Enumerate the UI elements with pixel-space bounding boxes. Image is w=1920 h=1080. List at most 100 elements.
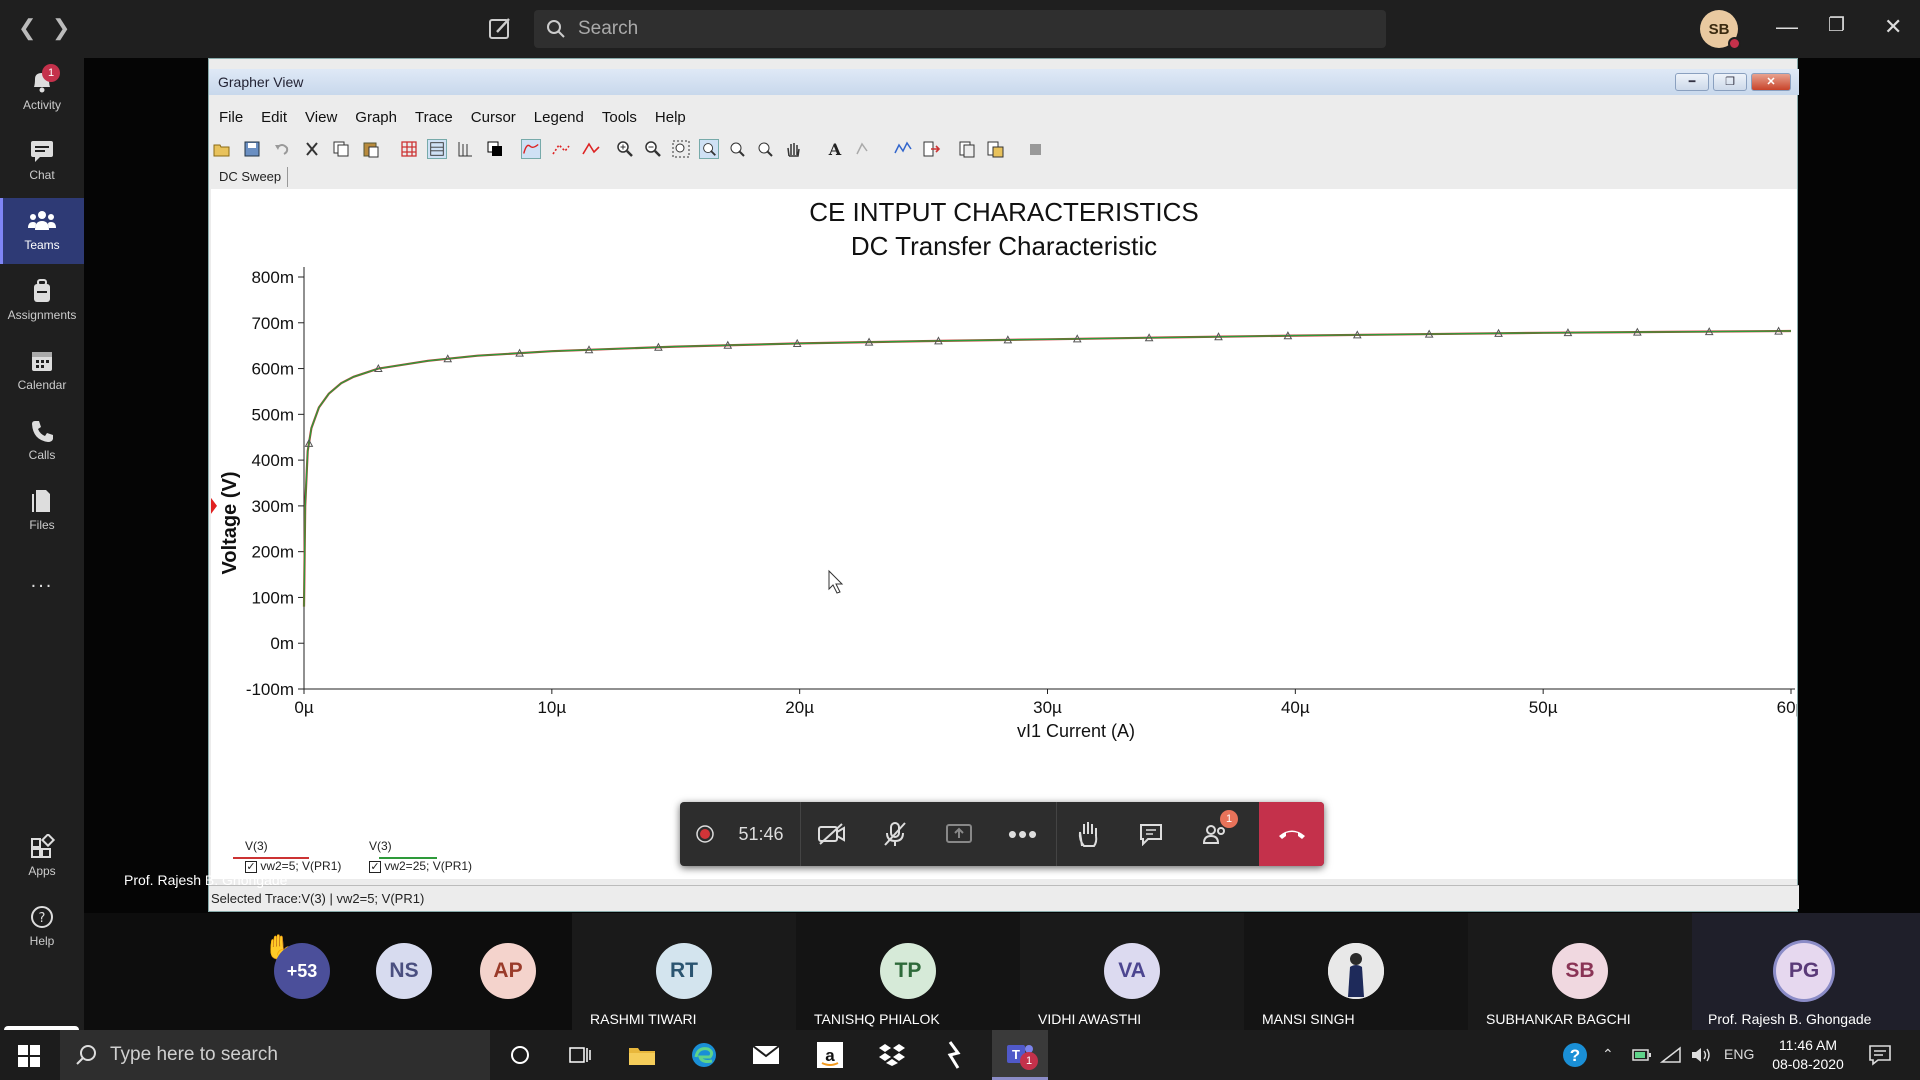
help-circle-icon[interactable]: ? [1562,1042,1588,1068]
zoom-in-icon[interactable] [615,139,635,159]
zoom-full-icon[interactable] [699,139,719,159]
label-tool-icon[interactable] [853,139,873,159]
rail-chat[interactable]: Chat [0,128,84,194]
copy-graph-icon[interactable] [957,139,977,159]
menu-trace[interactable]: Trace [405,107,461,129]
volume-icon[interactable] [1690,1046,1712,1064]
rail-apps[interactable]: Apps [0,824,84,890]
profile-avatar[interactable]: SB [1700,10,1741,50]
export-icon[interactable] [921,139,941,159]
tab-dc-sweep[interactable]: DC Sweep [213,167,289,187]
chevron-up-icon[interactable]: ⌃ [1602,1046,1614,1063]
undo-icon[interactable] [272,139,292,159]
share-screen-button[interactable] [928,802,990,866]
clock[interactable]: 11:46 AM 08-08-2020 [1768,1036,1848,1074]
menu-cursor[interactable]: Cursor [461,107,524,129]
save-icon[interactable] [242,139,262,159]
language-indicator[interactable]: ENG [1724,1046,1754,1062]
pan-hand-icon[interactable] [783,139,803,159]
chat-button[interactable] [1120,802,1182,866]
rail-calls[interactable]: Calls [0,408,84,474]
rail-activity[interactable]: 1 Activity [0,58,84,124]
dropbox-icon[interactable] [874,1038,910,1072]
copy-icon[interactable] [331,139,351,159]
participant-tile-presenter[interactable]: PG Prof. Rajesh B. Ghongade [1692,913,1920,1030]
stop-icon[interactable] [1025,139,1045,159]
notifications-icon[interactable] [1868,1044,1892,1066]
rail-teams[interactable]: Teams [0,198,84,264]
mail-icon[interactable] [748,1038,784,1072]
menu-graph[interactable]: Graph [345,107,405,129]
grapher-restore-icon[interactable]: ❐ [1713,73,1747,91]
rail-assignments[interactable]: Assignments [0,268,84,334]
menu-help[interactable]: Help [645,107,694,129]
file-explorer-icon[interactable] [624,1038,660,1072]
raise-hand-icon [1078,822,1097,847]
rail-more[interactable]: ... [0,558,84,624]
help-icon: ? [31,906,53,928]
legend-item-2[interactable]: V(3) ✓ vw2=25; V(PR1) [369,839,472,873]
teams-taskbar-icon[interactable]: T1 [992,1030,1048,1080]
cortana-icon[interactable] [502,1038,538,1072]
camera-off-button[interactable] [800,802,862,866]
text-tool-icon[interactable]: A [825,139,845,159]
taskbar-search-input[interactable]: Type here to search [60,1030,490,1080]
menu-view[interactable]: View [295,107,345,129]
grapher-close-icon[interactable]: ✕ [1751,73,1791,91]
menu-edit[interactable]: Edit [251,107,295,129]
zoom-x-icon[interactable] [727,139,747,159]
participant-tile[interactable]: VA VIDHI AWASTHI [1020,913,1244,1030]
participant-tile[interactable]: RT RASHMI TIWARI [572,913,796,1030]
restore-icon[interactable]: ❐ [1828,14,1845,37]
search-input[interactable]: Search [534,10,1386,48]
legend-item-1[interactable]: V(3) ✓ vw2=5; V(PR1) [233,839,341,873]
minimize-icon[interactable]: — [1776,14,1798,40]
fft-icon[interactable] [893,139,913,159]
menu-tools[interactable]: Tools [592,107,645,129]
zoom-out-icon[interactable] [643,139,663,159]
participant-tile[interactable]: SB SUBHANKAR BAGCHI [1468,913,1692,1030]
participants-button[interactable]: 1 [1184,802,1246,866]
rail-files[interactable]: Files [0,478,84,544]
windows-start-icon[interactable] [18,1045,40,1067]
overlay-icon[interactable] [485,139,505,159]
axes-icon[interactable] [455,139,475,159]
cut-icon[interactable] [302,139,322,159]
open-icon[interactable] [212,139,232,159]
edge-icon[interactable] [686,1038,722,1072]
avatar: VA [1104,943,1160,999]
menu-file[interactable]: File [209,107,251,129]
paste-icon[interactable] [361,139,381,159]
legend-checkbox-icon[interactable]: ✓ [369,861,381,873]
minor-grid-icon[interactable] [427,139,447,159]
rail-calendar[interactable]: Calendar [0,338,84,404]
rail-help[interactable]: ? Help [0,894,84,960]
mic-off-button[interactable] [864,802,926,866]
participant-tile[interactable]: NS [354,913,454,1030]
back-arrow-icon[interactable]: ❮ [18,16,36,40]
amazon-icon[interactable]: a [812,1038,848,1072]
cursor-2-icon[interactable] [581,139,601,159]
hang-up-button[interactable] [1259,802,1324,866]
zoom-area-icon[interactable] [671,139,691,159]
participant-tile-overflow[interactable]: ✋ +53 [244,913,344,1030]
wifi-icon[interactable] [1660,1046,1682,1064]
battery-icon[interactable] [1632,1048,1652,1062]
compose-icon[interactable] [486,14,514,42]
trace-line-icon[interactable] [521,139,541,159]
participant-tile[interactable]: AP [458,913,558,1030]
participant-tile[interactable]: TP TANISHQ PHIALOK [796,913,1020,1030]
cursor-1-icon[interactable] [551,139,571,159]
print-graph-icon[interactable] [985,139,1005,159]
more-actions-button[interactable]: ••• [992,802,1054,866]
zoom-y-icon[interactable] [755,139,775,159]
app-bolt-icon[interactable] [936,1038,972,1072]
grapher-minimize-icon[interactable]: ━ [1675,73,1709,91]
menu-legend[interactable]: Legend [524,107,592,129]
task-view-icon[interactable] [562,1038,598,1072]
close-icon[interactable]: ✕ [1884,14,1902,40]
participant-tile[interactable]: MANSI SINGH [1244,913,1468,1030]
forward-arrow-icon[interactable]: ❯ [52,16,70,40]
raise-hand-button[interactable] [1056,802,1118,866]
grid-icon[interactable] [399,139,419,159]
